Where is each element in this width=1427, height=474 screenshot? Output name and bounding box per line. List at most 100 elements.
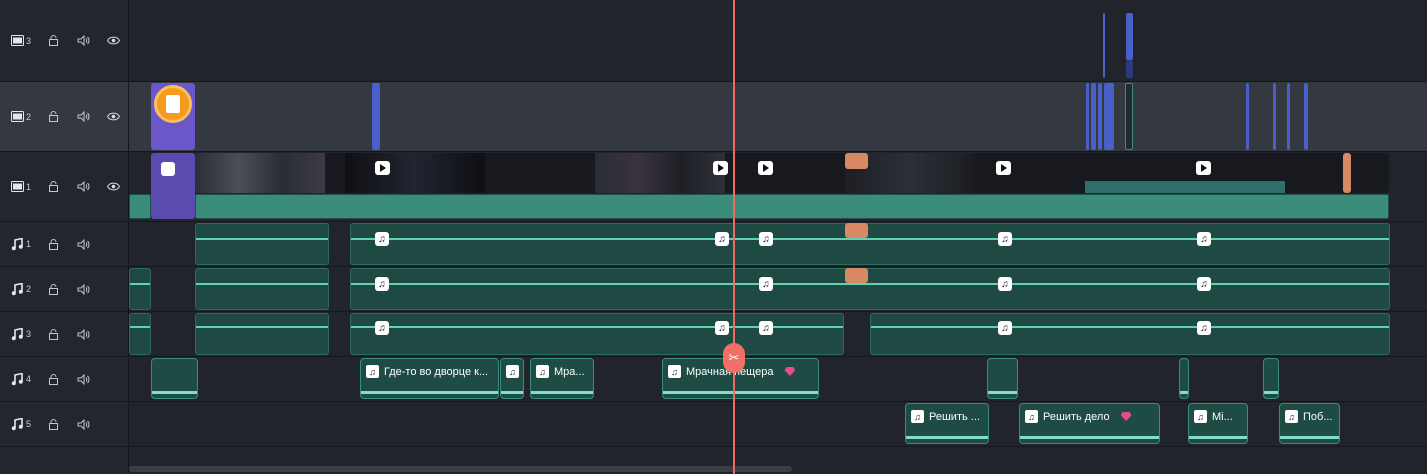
music-clip[interactable]: ♫ Решить дело	[1019, 403, 1160, 444]
clip-marker[interactable]	[1104, 83, 1114, 150]
video-clip-icon	[758, 161, 773, 175]
music-clip[interactable]: ♫	[500, 358, 524, 399]
playhead[interactable]	[733, 0, 735, 474]
audio-clip[interactable]	[129, 268, 151, 310]
selected-clip-marker[interactable]	[845, 268, 868, 283]
speaker-icon[interactable]	[68, 110, 98, 124]
lane-video-2[interactable]	[129, 82, 1427, 152]
waveform	[1280, 436, 1339, 439]
clip-marker[interactable]	[1091, 83, 1096, 150]
audio-clip[interactable]	[195, 268, 329, 310]
lane-video-1[interactable]	[129, 152, 1427, 222]
music-clip[interactable]: ♫ Где-то во дворце к...	[360, 358, 499, 399]
speaker-icon[interactable]	[68, 237, 98, 251]
image-clip[interactable]	[151, 153, 195, 219]
lane-audio-4[interactable]: ♫ Где-то во дворце к... ♫ ♫ Мра... ♫ Мрачна…	[129, 357, 1427, 402]
sticker-thumbnail	[154, 85, 192, 123]
video-audio-waveform[interactable]	[195, 194, 1389, 219]
music-note-icon: ♫	[1285, 410, 1298, 423]
clip-marker[interactable]	[1125, 83, 1133, 150]
sticker-clip[interactable]	[151, 83, 195, 150]
lane-audio-1[interactable]: ♫ ♫ ♫ ♫ ♫	[129, 222, 1427, 267]
audio-clip[interactable]	[350, 268, 1390, 310]
clip-marker[interactable]	[1086, 83, 1089, 150]
waveform	[1020, 436, 1159, 439]
lock-icon[interactable]	[38, 417, 68, 431]
music-clip[interactable]	[1179, 358, 1189, 399]
clip-marker[interactable]	[1304, 83, 1308, 150]
music-note-icon: ♫	[1197, 232, 1211, 246]
video-audio-waveform[interactable]	[129, 194, 151, 219]
track-number: 1	[26, 181, 32, 192]
audio-clip[interactable]	[129, 313, 151, 355]
speaker-icon[interactable]	[68, 372, 98, 386]
video-track-icon	[9, 110, 25, 124]
lane-video-3[interactable]	[129, 0, 1427, 82]
track-header-audio-1: 1	[0, 222, 129, 267]
clip-title: Поб...	[1303, 410, 1333, 423]
lock-icon[interactable]	[38, 34, 68, 48]
lock-icon[interactable]	[38, 180, 68, 194]
eye-icon[interactable]	[98, 110, 128, 124]
music-clip[interactable]: ♫ Решить ...	[905, 403, 989, 444]
track-header-video-2: 2	[0, 82, 129, 152]
music-clip[interactable]: ♫ Мра...	[530, 358, 594, 399]
track-number: 4	[26, 374, 32, 384]
music-clip[interactable]: ♫ Mi...	[1188, 403, 1248, 444]
music-note-icon: ♫	[375, 321, 389, 335]
clip-marker[interactable]	[372, 83, 380, 150]
music-note-icon: ♫	[366, 365, 379, 378]
audio-clip[interactable]	[350, 223, 1390, 265]
eye-icon[interactable]	[98, 180, 128, 194]
clip-marker[interactable]	[1126, 60, 1133, 78]
clip-title: Mi...	[1212, 410, 1233, 423]
selected-clip-marker[interactable]	[1343, 153, 1351, 193]
waveform	[196, 326, 328, 328]
premium-gem-icon	[784, 367, 796, 376]
clip-marker[interactable]	[1246, 83, 1249, 150]
clip-marker[interactable]	[1287, 83, 1290, 150]
lock-icon[interactable]	[38, 372, 68, 386]
music-note-icon: ♫	[536, 365, 549, 378]
lock-icon[interactable]	[38, 282, 68, 296]
selected-clip-marker[interactable]	[845, 153, 868, 169]
lane-audio-3[interactable]: ♫ ♫ ♫ ♫ ♫	[129, 312, 1427, 357]
clip-marker[interactable]	[1098, 83, 1102, 150]
track-number: 2	[26, 284, 32, 294]
music-clip[interactable]: ♫ Поб...	[1279, 403, 1340, 444]
speaker-icon[interactable]	[68, 327, 98, 341]
speaker-icon[interactable]	[68, 282, 98, 296]
scissors-icon[interactable]: ✂	[723, 343, 745, 373]
music-note-icon: ♫	[759, 277, 773, 291]
music-clip[interactable]	[1263, 358, 1279, 399]
lock-icon[interactable]	[38, 237, 68, 251]
thumbnail	[595, 153, 725, 193]
clip-marker[interactable]	[1103, 13, 1105, 78]
clip-marker[interactable]	[1273, 83, 1276, 150]
waveform	[1180, 391, 1188, 394]
music-track-icon	[9, 372, 25, 386]
lane-audio-5[interactable]: ♫ Решить ... ♫ Решить дело ♫ Mi... ♫ Поб...	[129, 402, 1427, 447]
horizontal-scrollbar[interactable]	[129, 466, 792, 472]
audio-clip[interactable]	[870, 313, 1390, 355]
clip-marker[interactable]	[1126, 13, 1133, 60]
lock-icon[interactable]	[38, 327, 68, 341]
audio-clip[interactable]	[195, 313, 329, 355]
speaker-icon[interactable]	[68, 417, 98, 431]
music-clip[interactable]	[151, 358, 198, 399]
waveform	[501, 391, 523, 394]
selected-clip-marker[interactable]	[845, 223, 868, 238]
speaker-icon[interactable]	[68, 34, 98, 48]
music-clip[interactable]	[987, 358, 1018, 399]
lock-icon[interactable]	[38, 110, 68, 124]
thumbnail	[1085, 181, 1285, 193]
waveform	[152, 391, 197, 394]
track-header-audio-3: 3	[0, 312, 129, 357]
video-track-icon	[9, 34, 25, 48]
music-note-icon: ♫	[1197, 321, 1211, 335]
lane-audio-2[interactable]: ♫ ♫ ♫ ♫	[129, 267, 1427, 312]
speaker-icon[interactable]	[68, 180, 98, 194]
video-clip-icon	[713, 161, 728, 175]
eye-icon[interactable]	[98, 34, 128, 48]
audio-clip[interactable]	[195, 223, 329, 265]
